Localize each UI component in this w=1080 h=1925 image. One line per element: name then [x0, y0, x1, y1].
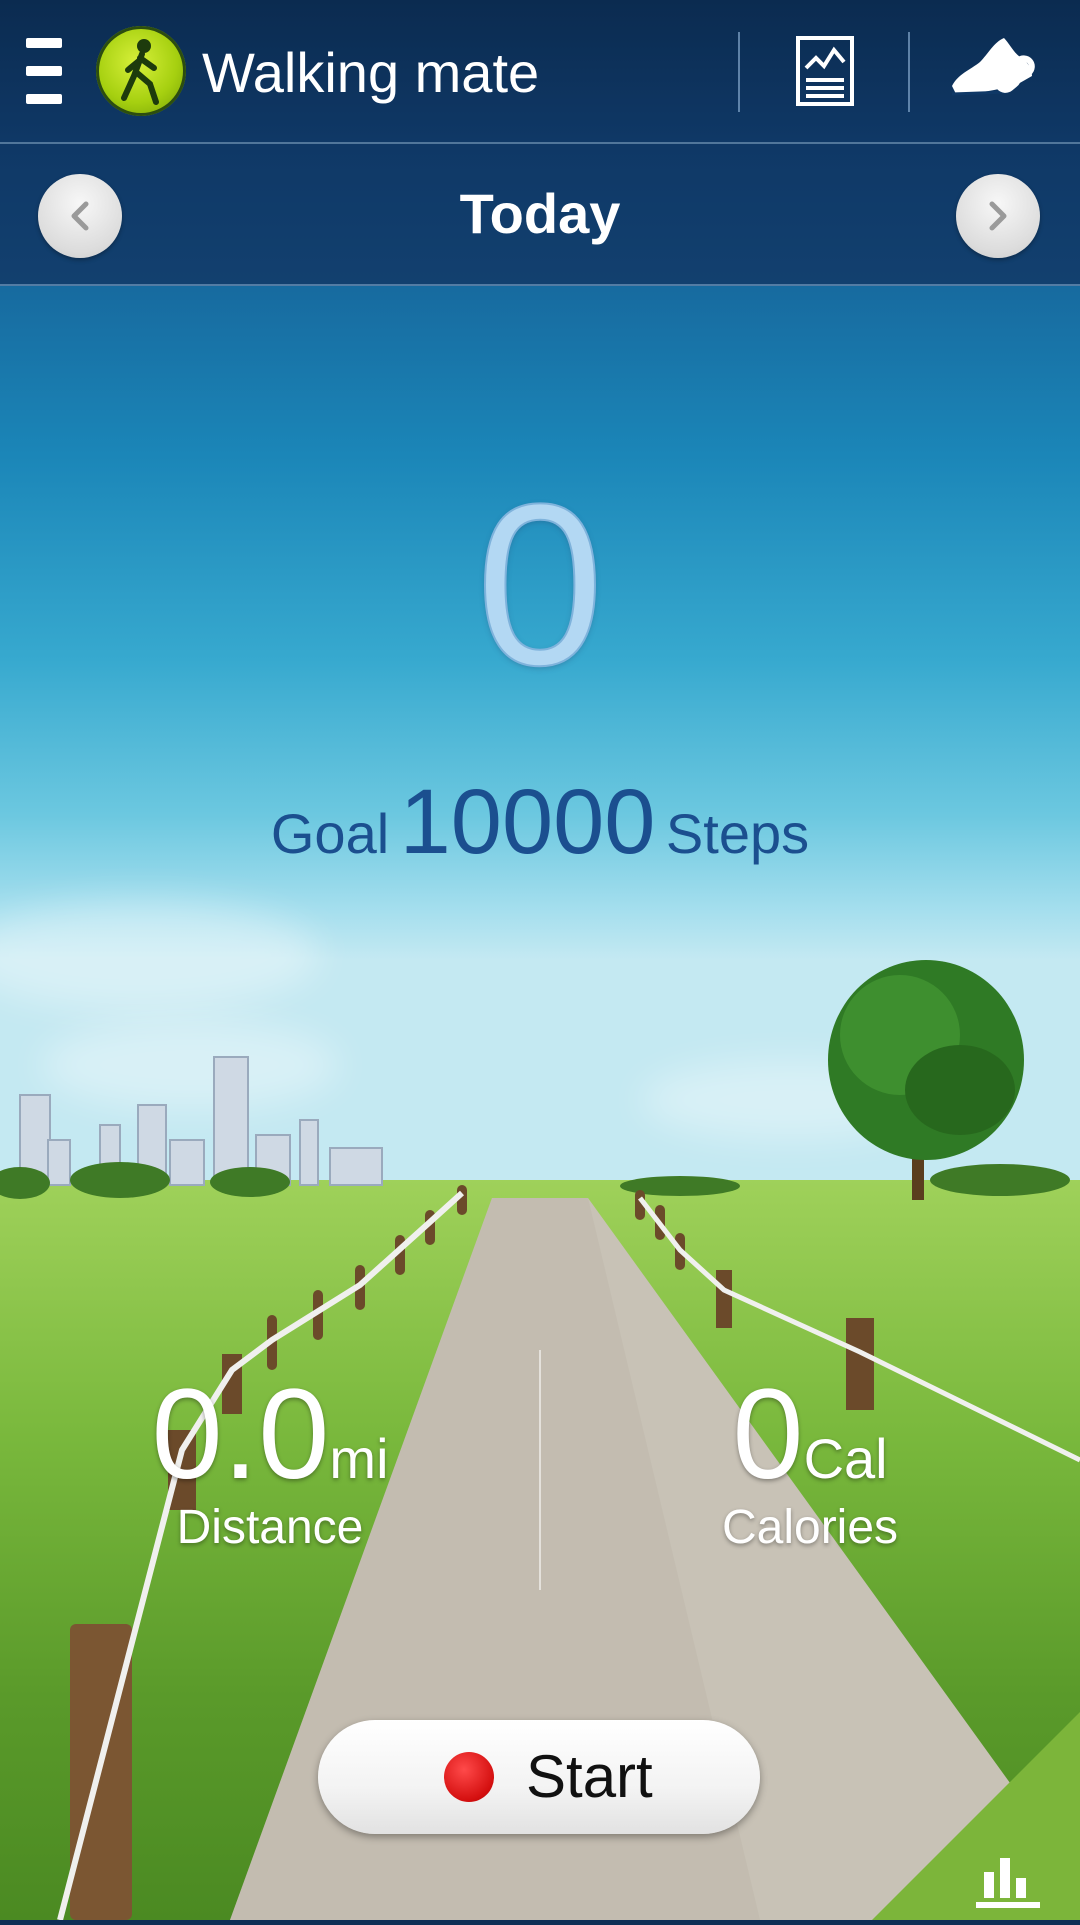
report-chart-icon[interactable]: [796, 36, 854, 106]
step-goal: Goal 10000 Steps: [0, 770, 1080, 875]
park-path: [0, 960, 1080, 1920]
goal-suffix: Steps: [665, 802, 810, 865]
date-label: Today: [459, 182, 621, 245]
menu-icon[interactable]: [26, 38, 62, 104]
distance-unit: mi: [329, 1427, 389, 1490]
calories-label: Calories: [721, 1501, 899, 1554]
stats-divider: [539, 1350, 541, 1590]
next-day-button[interactable]: [956, 174, 1040, 258]
header-divider: [738, 32, 740, 112]
distance-stat: 0.0mi Distance: [140, 1370, 400, 1556]
calories-unit: Cal: [803, 1427, 888, 1490]
chevron-right-icon: [989, 201, 1007, 231]
statistics-button[interactable]: [872, 1712, 1080, 1920]
distance-value: 0.0: [151, 1363, 330, 1506]
start-button[interactable]: Start: [318, 1720, 760, 1834]
header-divider: [908, 32, 910, 112]
start-button-label: Start: [526, 1743, 653, 1810]
shoe-link-icon[interactable]: [948, 34, 1044, 110]
calories-value: 0: [732, 1363, 804, 1506]
step-count: 0: [475, 456, 605, 713]
goal-value: 10000: [399, 771, 656, 873]
date-navigation-bar: Today: [0, 144, 1080, 286]
app-title: Walking mate: [202, 41, 540, 104]
app-header: Walking mate: [0, 0, 1080, 144]
background-scene: [0, 0, 1080, 1920]
distance-label: Distance: [176, 1501, 364, 1554]
walking-person-icon: [96, 26, 186, 116]
record-dot-icon: [444, 1752, 494, 1802]
goal-prefix: Goal: [270, 802, 390, 865]
calories-stat: 0Cal Calories: [700, 1370, 920, 1556]
